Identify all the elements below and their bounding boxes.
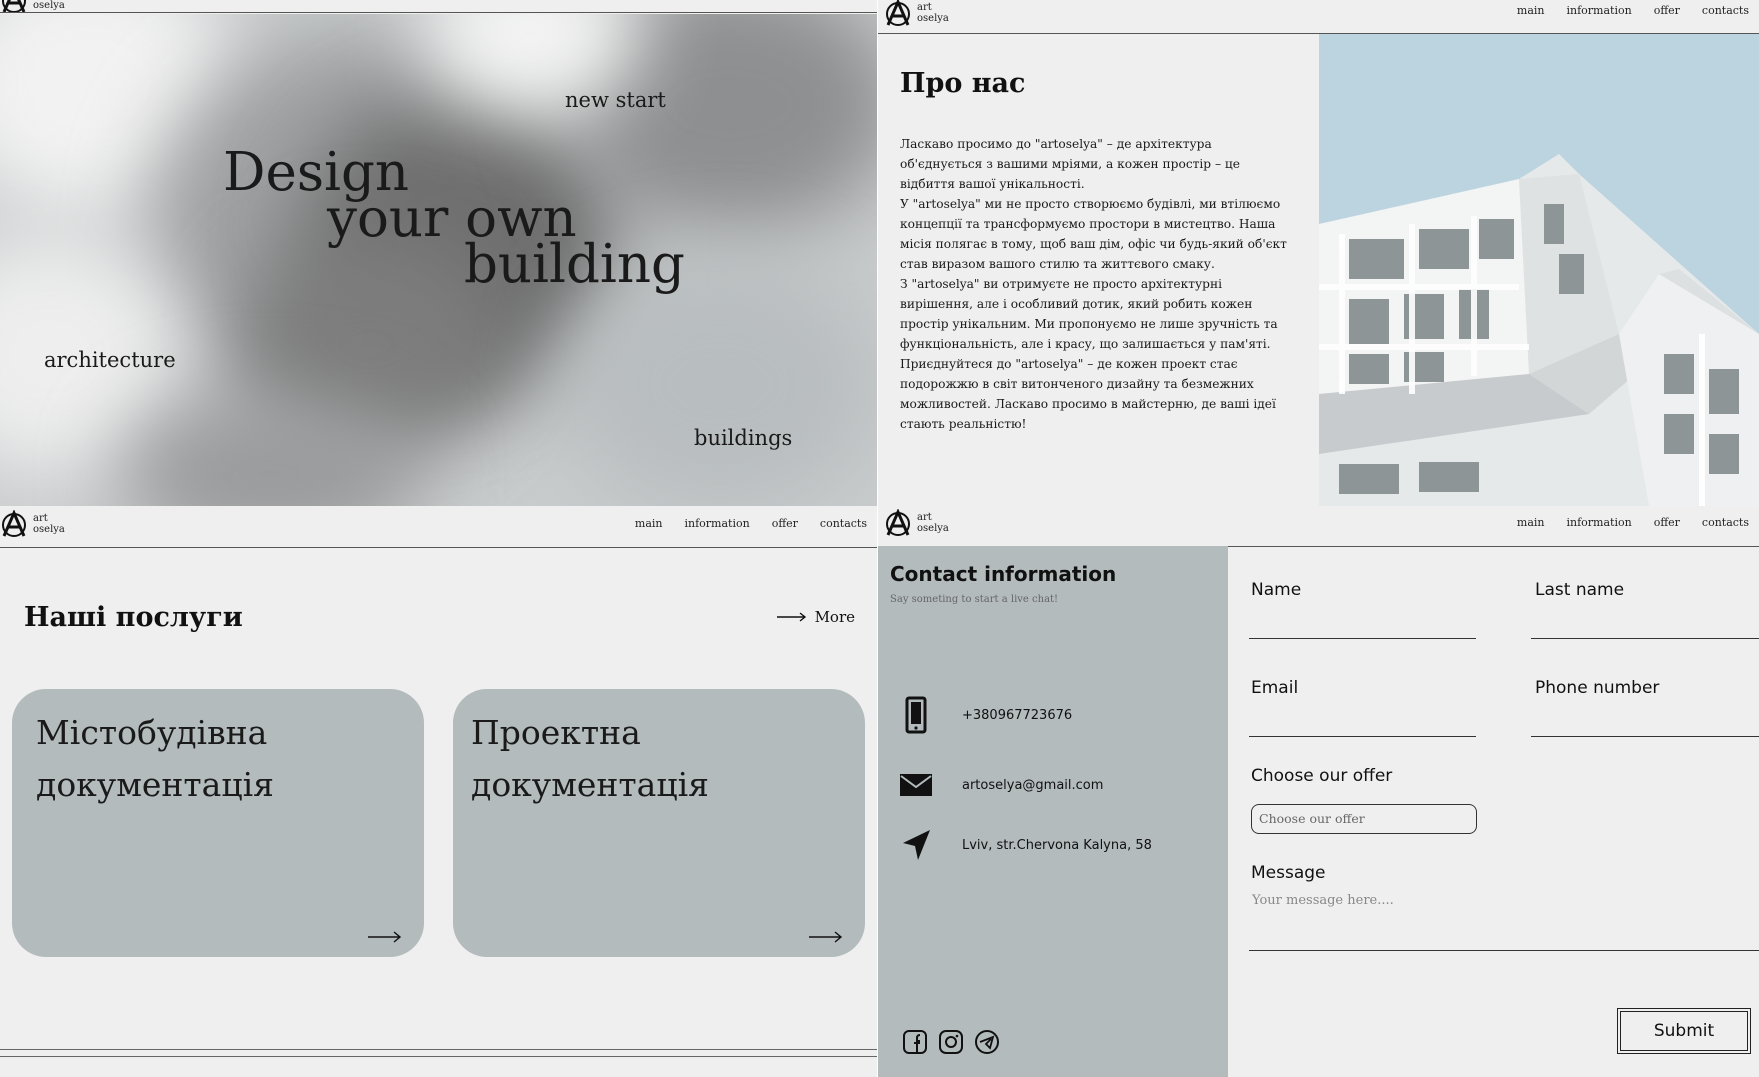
location-arrow-icon [903,830,930,860]
email-field[interactable] [1249,736,1476,737]
service-card[interactable]: Проектна документація [453,689,865,957]
main-nav: main information offer contacts [1517,516,1749,529]
footer-divider [0,1049,877,1050]
main-nav: main information offer contacts [1517,4,1749,17]
message-placeholder: Your message here.... [1252,893,1394,908]
last-name-field[interactable] [1531,638,1759,639]
hero-section: art oselya Design your own building new … [0,0,877,506]
contact-email[interactable]: artoselya@gmail.com [900,774,1103,796]
nav-contacts[interactable]: contacts [820,517,867,530]
nav-main[interactable]: main [635,517,663,530]
arrow-right-icon[interactable] [809,931,843,943]
logo-icon [886,0,910,26]
offer-label: Choose our offer [1251,766,1393,786]
email-label: Email [1251,678,1299,698]
nav-offer[interactable]: offer [1654,4,1680,17]
logo-text: art oselya [33,513,65,535]
contact-section: art oselya main information offer contac… [878,506,1759,1077]
about-title: Про нас [900,68,1026,99]
nav-information[interactable]: information [1567,516,1632,529]
service-card-title: Містобудівна документація [36,713,274,804]
logo[interactable]: art oselya [0,510,65,538]
contact-info-panel: Contact information Say someting to star… [878,546,1228,1077]
phone-label: Phone number [1535,678,1660,698]
logo[interactable]: art oselya [884,509,949,537]
instagram-icon[interactable] [938,1029,964,1055]
header-divider [0,12,877,13]
last-name-label: Last name [1535,580,1625,600]
about-text: Ласкаво просимо до "artoselya" – де архі… [900,137,1287,431]
about-section: art oselya main information offer contac… [878,0,1759,506]
contact-info-subtitle: Say someting to start a live chat! [890,594,1059,605]
building-photo [1319,34,1759,506]
header-divider [0,547,877,548]
message-field[interactable] [1249,950,1759,951]
service-card-title: Проектна документація [471,713,709,804]
main-nav: main information offer contacts [635,517,867,530]
nav-information[interactable]: information [1567,4,1632,17]
nav-main[interactable]: main [1517,516,1545,529]
hero-line-3: building [464,234,685,295]
footer-divider [0,1056,877,1057]
arrow-right-icon[interactable] [368,931,402,943]
nav-main[interactable]: main [1517,4,1545,17]
phone-icon [905,696,927,734]
contact-phone[interactable]: +380967723676 [900,696,1072,734]
logo-text: art oselya [917,2,949,24]
mail-icon [900,774,932,796]
more-link[interactable]: More [776,608,855,626]
logo-text: art oselya [917,512,949,534]
logo-icon [2,510,26,537]
contact-address[interactable]: Lviv, str.Chervona Kalyna, 58 [900,829,1152,861]
telegram-icon[interactable] [974,1029,1000,1055]
services-section: art oselya main information offer contac… [0,506,877,1077]
nav-information[interactable]: information [685,517,750,530]
service-card[interactable]: Містобудівна документація [12,689,424,957]
nav-offer[interactable]: offer [1654,516,1680,529]
hero-word-new-start: new start [565,88,666,112]
nav-contacts[interactable]: contacts [1702,4,1749,17]
message-label: Message [1251,863,1326,883]
logo-icon [886,509,910,536]
hero-word-buildings: buildings [694,426,793,450]
facebook-icon[interactable] [902,1029,928,1055]
phone-field[interactable] [1531,736,1759,737]
logo-text: art oselya [33,0,65,11]
hero-word-architecture: architecture [44,348,176,372]
logo[interactable]: art oselya [884,0,949,27]
contact-info-title: Contact information [890,562,1117,586]
offer-select[interactable]: Choose our offer [1251,804,1477,834]
submit-button[interactable]: Submit [1617,1008,1751,1054]
social-links [902,1029,1000,1055]
services-title: Наші послуги [24,602,243,633]
name-field[interactable] [1249,638,1476,639]
arrow-right-icon [776,612,806,622]
nav-offer[interactable]: offer [772,517,798,530]
name-label: Name [1251,580,1302,600]
nav-contacts[interactable]: contacts [1702,516,1749,529]
